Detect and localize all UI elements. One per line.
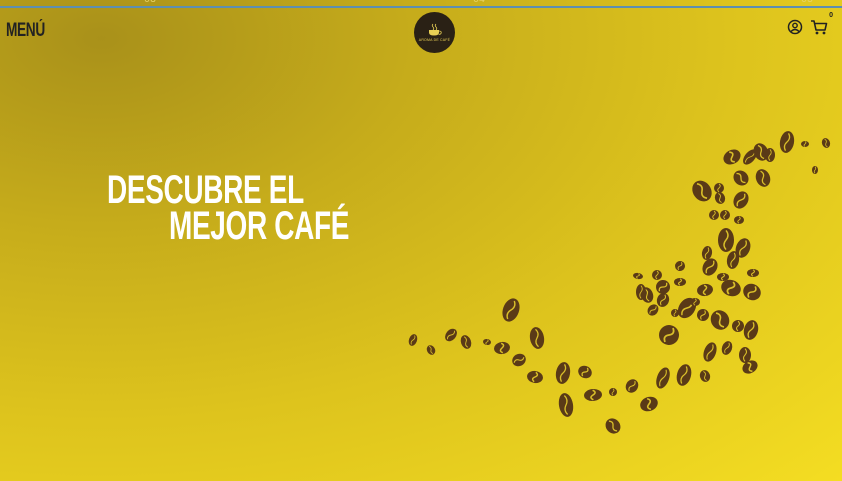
coffee-bean [733,170,749,186]
hero-title-line2: MEJOR CAFÉ [169,204,350,248]
coffee-bean [692,180,712,202]
coffee-bean [659,325,679,345]
coffee-bean [555,362,571,384]
coffee-bean [714,183,724,193]
coffee-bean [779,131,795,153]
header-icons: 0 [786,12,833,36]
coffee-bean [709,210,719,220]
coffee-bean [690,298,700,306]
coffee-bean [674,278,686,286]
coffee-bean [558,393,574,417]
coffee-bean [739,347,751,363]
coffee-bean [743,320,759,340]
coffee-bean [723,149,741,165]
coffee-bean [483,338,491,346]
coffee-bean [733,191,749,209]
coffee-bean [801,141,809,147]
coffee-bean [732,320,744,332]
coffee-bean [445,328,457,342]
logo-text: AROMA DE CAFÉ [418,38,451,42]
coffee-bean [527,370,543,384]
site-logo[interactable]: AROMA DE CAFÉ [414,12,455,53]
coffee-bean [734,216,744,224]
coffee-bean [702,258,718,276]
slider-pagination: 03 04 05 [0,0,842,7]
coffee-bean [710,310,730,330]
cart-count-badge: 0 [829,12,833,19]
coffee-bean [765,148,775,162]
cart-button[interactable]: 0 [810,12,833,36]
account-button[interactable] [786,18,804,36]
coffee-bean [721,341,733,355]
coffee-bean [812,166,818,174]
coffee-bean [426,345,436,355]
coffee-bean [640,396,658,412]
coffee-bean [821,138,831,148]
coffee-bean [676,364,692,386]
coffee-bean [697,283,713,297]
coffee-bean [512,353,526,367]
coffee-bean [675,261,685,271]
coffee-bean [652,270,662,280]
coffee-bean [605,418,621,434]
coffee-bean [743,283,761,301]
coffee-bean [717,273,729,281]
coffee-cup-icon [428,23,442,36]
coffee-bean [699,370,711,382]
coffee-bean [625,379,639,393]
slide-number-04[interactable]: 04 [473,0,485,6]
coffee-bean [703,342,717,362]
coffee-bean [636,284,646,300]
coffee-bean [718,228,734,252]
coffee-bean [755,169,771,187]
coffee-bean [701,246,713,260]
hero-title: DESCUBRE EL MEJOR CAFÉ [107,170,426,246]
coffee-beans-illustration [408,131,831,434]
coffee-bean [720,210,730,220]
coffee-bean [633,272,643,280]
coffee-bean [578,365,592,379]
site-header: MENÚ AROMA DE CAFÉ 0 [0,8,842,53]
coffee-bean [697,309,709,321]
coffee-bean [529,327,545,349]
coffee-bean [656,367,670,389]
coffee-bean [408,334,418,346]
coffee-bean [656,280,670,294]
coffee-bean [502,298,520,322]
coffee-bean [494,341,510,355]
coffee-bean [671,309,679,317]
slide-number-05[interactable]: 05 [801,0,813,6]
coffee-bean [747,269,759,277]
menu-button[interactable]: MENÚ [6,20,45,42]
coffee-bean [584,388,602,402]
coffee-bean [609,388,617,396]
user-icon [787,19,803,35]
coffee-bean [460,335,472,349]
slide-number-03[interactable]: 03 [144,0,156,6]
shopping-cart-icon [811,20,828,35]
